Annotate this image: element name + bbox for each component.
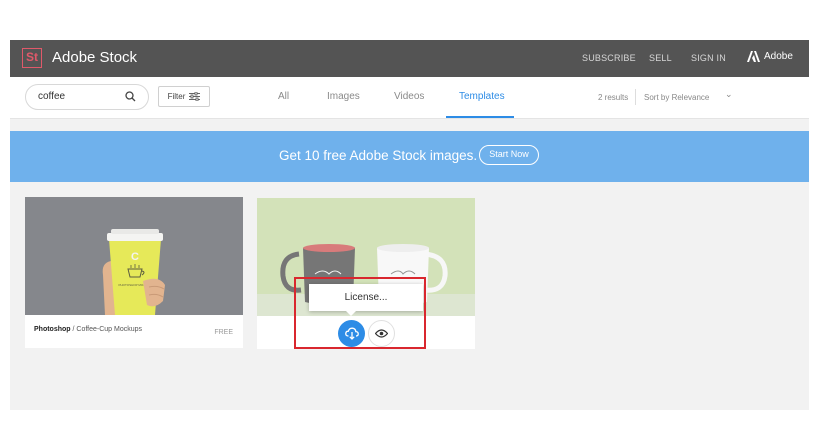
active-tab-indicator (446, 116, 514, 118)
adobe-label: Adobe (764, 51, 793, 62)
top-nav-bar: St Adobe Stock SUBSCRIBE SELL SIGN IN Ad… (10, 40, 809, 77)
annotation-highlight-box (294, 277, 426, 349)
promo-text: Get 10 free Adobe Stock images. (279, 148, 478, 163)
stock-logo[interactable]: St (22, 48, 42, 68)
sliders-icon (189, 92, 201, 101)
coffee-cup-mockup-thumbnail[interactable]: C PHOTOSHOP MOCKUP (25, 197, 243, 315)
search-value: coffee (38, 91, 66, 102)
result-card[interactable]: C PHOTOSHOP MOCKUP Photoshop / Coffee-Cu… (25, 197, 243, 348)
search-icon[interactable] (125, 91, 136, 102)
sort-dropdown[interactable]: Sort by Relevance (644, 93, 709, 102)
sign-in-link[interactable]: SIGN IN (691, 53, 726, 63)
filter-button[interactable]: Filter (158, 86, 210, 107)
adobe-link[interactable]: Adobe (747, 51, 793, 62)
card-title[interactable]: / Coffee-Cup Mockups (73, 326, 143, 333)
tab-all[interactable]: All (278, 91, 289, 102)
price-badge: FREE (214, 329, 233, 336)
promo-banner: Get 10 free Adobe Stock images. Start No… (10, 131, 809, 182)
tab-videos[interactable]: Videos (394, 91, 424, 102)
search-input[interactable]: coffee (25, 84, 149, 110)
filter-label: Filter (167, 92, 186, 101)
card-app-label[interactable]: Photoshop (34, 326, 71, 333)
browser-viewport: St Adobe Stock SUBSCRIBE SELL SIGN IN Ad… (10, 40, 809, 410)
results-count: 2 results (598, 93, 629, 102)
search-toolbar: coffee Filter All Images Videos Template… (10, 77, 809, 119)
tab-templates[interactable]: Templates (459, 91, 505, 102)
brand-name[interactable]: Adobe Stock (52, 48, 137, 68)
subscribe-link[interactable]: SUBSCRIBE (582, 53, 636, 63)
adobe-logo-icon (747, 51, 760, 62)
start-now-button[interactable]: Start Now (479, 145, 539, 165)
toolbar-divider (635, 89, 636, 105)
chevron-down-icon[interactable]: ⌄ (725, 89, 733, 100)
tab-images[interactable]: Images (327, 91, 360, 102)
card-meta: Photoshop / Coffee-Cup Mockups (34, 326, 142, 333)
sell-link[interactable]: SELL (649, 53, 672, 63)
cup-letter-c: C (131, 251, 139, 263)
